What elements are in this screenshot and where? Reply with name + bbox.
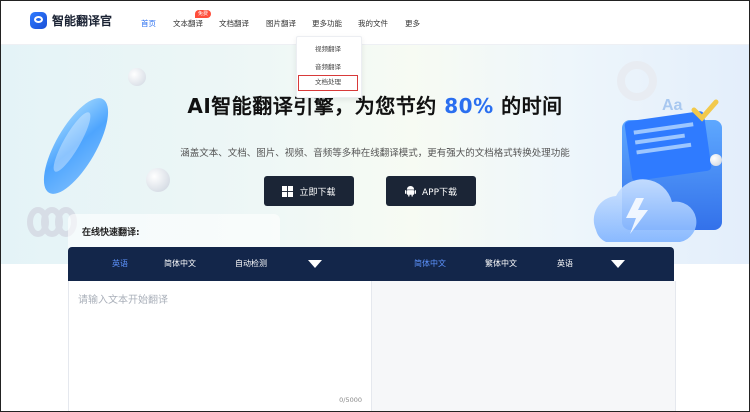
nav-text-translate[interactable]: 文本翻译 [173,18,203,29]
hero-title-suffix: 的时间 [501,94,563,118]
sphere-decoration [146,168,170,192]
nav-more[interactable]: 更多 [405,18,420,29]
hero-title: AI智能翻译引擎，为您节约 80% 的时间 [0,90,750,119]
brand-logo[interactable]: 智能翻译官 [30,12,112,29]
download-button[interactable]: 立即下载 [264,176,354,206]
source-lang-dropdown-icon[interactable] [308,260,322,268]
top-nav-bar: 智能翻译官 首页 文本翻译 免费 文档翻译 图片翻译 更多功能 我的文件 更多 [0,0,750,45]
source-lang-english[interactable]: 英语 [112,258,128,269]
source-lang-simplified-chinese[interactable]: 简体中文 [164,258,196,269]
target-lang-simplified-chinese[interactable]: 简体中文 [414,258,446,269]
nav-doc-translate[interactable]: 文档翻译 [219,18,249,29]
sphere-decoration [128,68,146,86]
app-download-button-label: APP下载 [421,187,457,198]
target-lang-traditional-chinese[interactable]: 繁体中文 [485,258,517,269]
target-lang-dropdown-icon[interactable] [611,260,625,268]
target-lang-english[interactable]: 英语 [557,258,573,269]
char-counter: 0/5000 [339,396,362,404]
nav-my-files[interactable]: 我的文件 [358,18,388,29]
brand-name: 智能翻译官 [52,14,113,28]
nav-more-features[interactable]: 更多功能 [312,18,342,29]
android-icon [404,185,416,197]
menu-item-video-translate[interactable]: 视频翻译 [297,43,359,53]
app-download-button[interactable]: APP下载 [386,176,476,206]
nav-image-translate[interactable]: 图片翻译 [266,18,296,29]
download-button-label: 立即下载 [299,187,336,198]
more-features-dropdown: 视频翻译 音频翻译 文档处理 [296,36,362,98]
logo-icon [30,12,47,29]
windows-icon [282,185,294,197]
translation-output [371,281,676,412]
hero-subtitle: 涵盖文本、文档、图片、视频、音频等多种在线翻译模式，更有强大的文档格式转换处理功… [180,148,570,159]
language-bar: 英语 简体中文 自动检测 简体中文 繁体中文 英语 [68,247,674,281]
source-text-placeholder: 请输入文本开始翻译 [78,295,168,306]
hero-title-percent: 80% [444,94,494,118]
nav-home[interactable]: 首页 [141,18,156,29]
translator-label: 在线快速翻译: [82,228,140,238]
menu-item-doc-processing[interactable]: 文档处理 [298,75,358,91]
source-lang-auto-detect[interactable]: 自动检测 [235,258,267,269]
source-text-input[interactable]: 请输入文本开始翻译 0/5000 [68,281,372,412]
free-badge: 免费 [195,10,212,18]
menu-item-audio-translate[interactable]: 音频翻译 [297,61,359,71]
